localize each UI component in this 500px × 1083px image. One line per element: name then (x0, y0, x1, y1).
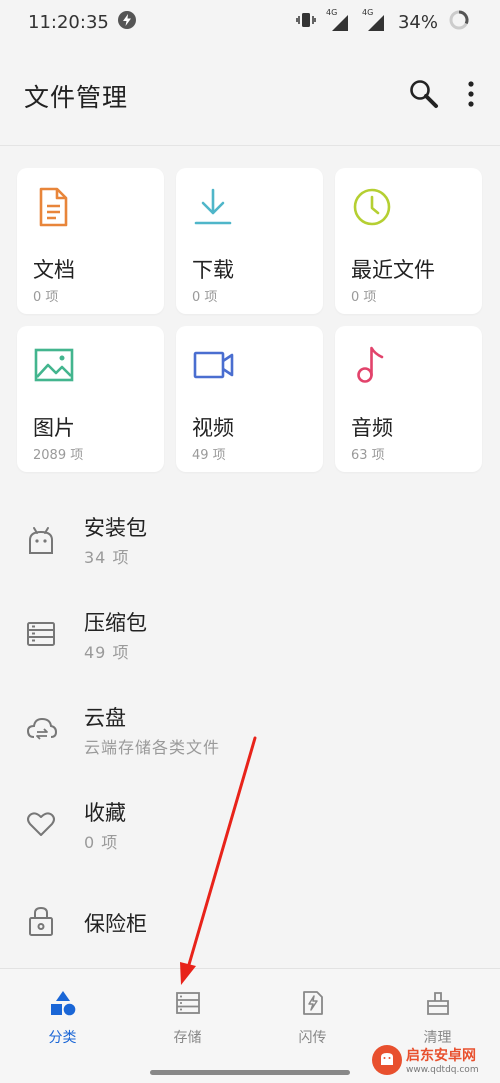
vibrate-icon (296, 11, 316, 34)
clock-icon (351, 186, 393, 232)
page-title: 文件管理 (24, 83, 129, 112)
list-item-cloud[interactable]: 云盘 云端存储各类文件 (0, 682, 500, 777)
category-count: 0 项 (33, 290, 59, 305)
status-time: 11:20:35 (28, 11, 109, 33)
bolt-badge-icon (117, 10, 137, 35)
category-name: 最近文件 (351, 258, 435, 282)
list-item-title: 保险柜 (84, 912, 147, 936)
watermark: 启东安卓网 www.qdtdq.com (372, 1042, 496, 1078)
category-card-documents[interactable]: 文档 0 项 (17, 168, 164, 314)
app-header: 文件管理 (0, 44, 500, 148)
signal-label: 4G (325, 8, 338, 17)
battery-percent: 34% (397, 11, 438, 33)
list-item-title: 压缩包 (84, 611, 147, 635)
category-count: 0 项 (351, 290, 377, 305)
download-icon (192, 186, 234, 232)
nav-tab-storage[interactable]: 存储 (125, 987, 250, 1047)
watermark-logo (372, 1045, 402, 1075)
list-item-subtitle: 34 项 (84, 548, 130, 567)
category-grid: 文档 0 项 下载 0 项 最近文件 0 项 图片 2089 项 视频 49 项… (17, 168, 483, 472)
search-icon[interactable] (408, 78, 440, 114)
nav-tab-flash-transfer[interactable]: 闪传 (250, 987, 375, 1047)
category-name: 图片 (33, 416, 75, 440)
list-item-title: 安装包 (84, 516, 147, 540)
archive-icon (26, 620, 56, 652)
category-name: 文档 (33, 258, 75, 282)
category-name: 音频 (351, 416, 393, 440)
category-card-videos[interactable]: 视频 49 项 (176, 326, 323, 472)
status-bar: 11:20:35 4G 4G 34% (0, 0, 500, 44)
list-item-subtitle: 49 项 (84, 643, 130, 662)
nav-label: 闪传 (298, 1030, 327, 1046)
category-card-audio[interactable]: 音频 63 项 (335, 326, 482, 472)
category-count: 2089 项 (33, 448, 84, 463)
category-card-images[interactable]: 图片 2089 项 (17, 326, 164, 472)
signal-label: 4G (361, 8, 374, 17)
watermark-name: 启东安卓网 (406, 1048, 476, 1064)
list-item-archives[interactable]: 压缩包 49 项 (0, 587, 500, 682)
document-icon (33, 186, 73, 232)
flash-transfer-icon (250, 987, 375, 1019)
category-name: 下载 (192, 258, 234, 282)
nav-label: 分类 (48, 1030, 77, 1046)
music-note-icon (351, 344, 393, 390)
watermark-url: www.qdtdq.com (406, 1065, 479, 1075)
home-indicator[interactable] (150, 1070, 350, 1075)
file-type-list: 安装包 34 项 压缩包 49 项 云盘 云端存储各类文件 收藏 0 项 保险柜 (0, 492, 500, 967)
header-divider (0, 145, 500, 146)
image-icon (33, 344, 75, 390)
signal-icon: 4G (326, 8, 352, 32)
lock-icon (26, 905, 56, 941)
list-item-apk[interactable]: 安装包 34 项 (0, 492, 500, 587)
list-item-favorites[interactable]: 收藏 0 项 (0, 777, 500, 872)
more-options-icon[interactable] (466, 80, 476, 112)
storage-icon (125, 987, 250, 1019)
list-item-subtitle: 云端存储各类文件 (84, 738, 221, 757)
cloud-sync-icon (26, 715, 58, 747)
list-item-safe[interactable]: 保险柜 (0, 872, 500, 967)
shapes-icon (0, 987, 125, 1019)
category-name: 视频 (192, 416, 234, 440)
list-item-title: 收藏 (84, 801, 126, 825)
category-card-downloads[interactable]: 下载 0 项 (176, 168, 323, 314)
nav-tab-clean[interactable]: 清理 (375, 987, 500, 1047)
category-count: 0 项 (192, 290, 218, 305)
video-camera-icon (192, 344, 236, 390)
category-count: 63 项 (351, 448, 385, 463)
category-card-recent[interactable]: 最近文件 0 项 (335, 168, 482, 314)
category-count: 49 项 (192, 448, 226, 463)
android-icon (26, 525, 56, 561)
list-item-title: 云盘 (84, 706, 126, 730)
heart-icon (26, 810, 56, 842)
broom-icon (375, 987, 500, 1019)
signal-icon: 4G (362, 8, 388, 32)
nav-tab-categories[interactable]: 分类 (0, 987, 125, 1047)
list-item-subtitle: 0 项 (84, 833, 119, 852)
battery-ring-icon (448, 9, 470, 36)
nav-label: 存储 (173, 1030, 202, 1046)
